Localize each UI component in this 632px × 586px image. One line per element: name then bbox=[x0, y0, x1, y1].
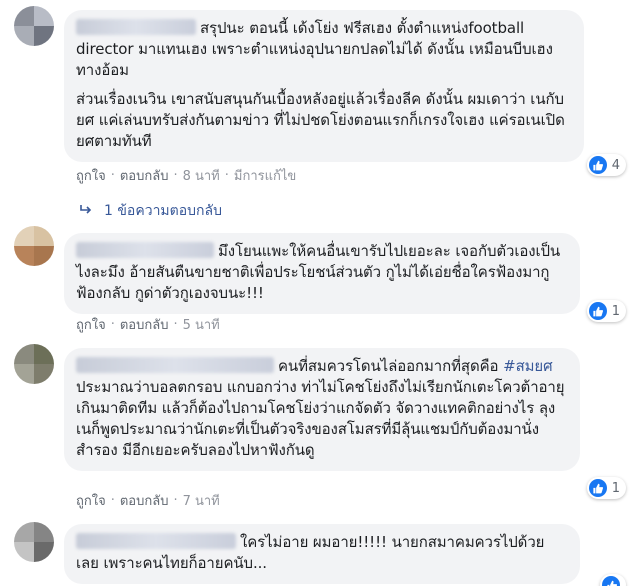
replies-count-label: 1 ข้อความตอบกลับ bbox=[104, 203, 222, 219]
view-replies-link[interactable]: 1 ข้อความตอบกลับ bbox=[80, 200, 222, 222]
comment-actions: ถูกใจ · ตอบกลับ · 5 นาที bbox=[76, 314, 220, 335]
avatar[interactable] bbox=[14, 344, 54, 384]
like-link[interactable]: ถูกใจ bbox=[76, 314, 106, 335]
reaction-count[interactable]: 4 bbox=[586, 154, 626, 176]
author-name-redacted[interactable] bbox=[76, 533, 236, 549]
comment-actions: ถูกใจ · ตอบกลับ · 8 นาที · มีการแก้ไข bbox=[76, 165, 296, 186]
author-name-redacted[interactable] bbox=[76, 357, 274, 373]
comment-text: ใครไม่อาย ผมอาย!!!!! นายกสมาคมควรไปด้วยเ… bbox=[76, 533, 545, 572]
comment-text: คนที่สมควรโดนไล่ออกมากที่สุดคือ #สมยศ ปร… bbox=[76, 357, 565, 459]
comment-bubble: คนที่สมควรโดนไล่ออกมากที่สุดคือ #สมยศ ปร… bbox=[64, 348, 580, 471]
timestamp[interactable]: 7 นาที bbox=[183, 490, 220, 511]
comment-text: สรุปนะ ตอนนี้ เด้งโย่ง ฟรีสเฮง ตั้งตำแหน… bbox=[76, 19, 553, 79]
thumbs-up-icon bbox=[588, 156, 607, 174]
avatar[interactable] bbox=[14, 226, 54, 266]
reply-link[interactable]: ตอบกลับ bbox=[120, 490, 169, 511]
thumbs-up-icon bbox=[588, 479, 607, 497]
reaction-count[interactable]: 1 bbox=[586, 477, 626, 499]
avatar[interactable] bbox=[14, 6, 54, 46]
avatar[interactable] bbox=[14, 522, 54, 562]
reaction-count[interactable]: 1 bbox=[586, 300, 626, 322]
author-name-redacted[interactable] bbox=[76, 242, 214, 258]
comment-actions: ถูกใจ · ตอบกลับ · 7 นาที bbox=[76, 490, 220, 511]
comment-bubble: สรุปนะ ตอนนี้ เด้งโย่ง ฟรีสเฮง ตั้งตำแหน… bbox=[64, 10, 584, 162]
thumbs-up-icon bbox=[602, 576, 620, 586]
comment-bubble: ใครไม่อาย ผมอาย!!!!! นายกสมาคมควรไปด้วยเ… bbox=[64, 524, 580, 584]
like-link[interactable]: ถูกใจ bbox=[76, 490, 106, 511]
reply-arrow-icon bbox=[80, 203, 92, 219]
reply-link[interactable]: ตอบกลับ bbox=[120, 314, 169, 335]
thumbs-up-icon bbox=[588, 302, 607, 320]
edited-label[interactable]: มีการแก้ไข bbox=[234, 165, 296, 186]
like-link[interactable]: ถูกใจ bbox=[76, 165, 106, 186]
hashtag-link[interactable]: #สมยศ bbox=[503, 357, 553, 375]
comment-text: ส่วนเรื่องเนวิน เขาสนับสนุนกันเบื้องหลัง… bbox=[76, 90, 565, 150]
timestamp[interactable]: 8 นาที bbox=[183, 165, 220, 186]
timestamp[interactable]: 5 นาที bbox=[183, 314, 220, 335]
reply-link[interactable]: ตอบกลับ bbox=[120, 165, 169, 186]
reaction-count[interactable] bbox=[600, 574, 626, 586]
author-name-redacted[interactable] bbox=[76, 19, 196, 35]
comment-bubble: มึงโยนแพะให้คนอื่นเขารับไปเยอะละ เจอกับต… bbox=[64, 233, 580, 314]
comment-text: มึงโยนแพะให้คนอื่นเขารับไปเยอะละ เจอกับต… bbox=[76, 242, 561, 302]
